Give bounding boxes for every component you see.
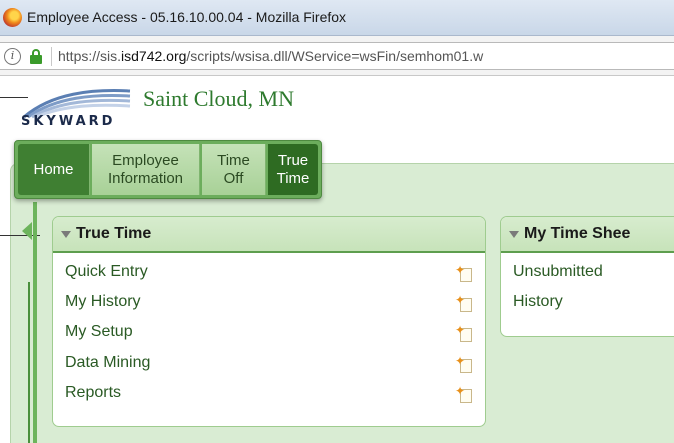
link-history[interactable]: History (513, 287, 674, 317)
link-my-history[interactable]: My History ✦ (65, 287, 485, 317)
inner-frame (28, 282, 36, 443)
link-quick-entry[interactable]: Quick Entry ✦ (65, 257, 485, 287)
my-time-sheet-widget: My Time Shee Unsubmitted History (500, 216, 674, 337)
true-time-widget: True Time Quick Entry ✦ My History ✦ My … (52, 216, 486, 427)
widget-header[interactable]: True Time (53, 217, 485, 253)
pin-to-favorites-icon[interactable]: ✦ (455, 324, 473, 343)
tab-employee-information[interactable]: Employee Information (92, 144, 200, 195)
widget-title: True Time (76, 225, 152, 242)
navigation-toolbar: i https://sis.isd742.org/scripts/wsisa.d… (0, 36, 674, 76)
tab-true-time[interactable]: True Time (268, 144, 318, 195)
url-separator (51, 47, 52, 66)
link-data-mining[interactable]: Data Mining ✦ (65, 348, 485, 378)
widget-title: My Time Shee (524, 225, 631, 242)
collapse-triangle-icon[interactable] (61, 230, 71, 238)
link-my-setup[interactable]: My Setup ✦ (65, 317, 485, 347)
logo-text: SKYWARD (21, 114, 116, 129)
window-title: Employee Access - 05.16.10.00.04 - Mozil… (27, 9, 347, 25)
pin-to-favorites-icon[interactable]: ✦ (455, 355, 473, 373)
tab-home[interactable]: Home (18, 144, 90, 195)
firefox-icon (3, 8, 22, 27)
tab-time-off[interactable]: Time Off (202, 144, 266, 195)
collapse-triangle-icon[interactable] (509, 230, 519, 238)
link-reports[interactable]: Reports ✦ (65, 378, 485, 408)
pin-to-favorites-icon[interactable]: ✦ (455, 264, 473, 282)
pin-to-favorites-icon[interactable]: ✦ (455, 385, 473, 403)
info-icon[interactable]: i (4, 48, 21, 65)
time-sheet-links: Unsubmitted History (501, 253, 674, 317)
url-text[interactable]: https://sis.isd742.org/scripts/wsisa.dll… (58, 48, 483, 64)
true-time-links: Quick Entry ✦ My History ✦ My Setup ✦ Da… (53, 253, 485, 408)
main-nav: Home Employee Information Time Off True Tim… (14, 140, 322, 199)
collapse-arrow-icon[interactable] (22, 222, 32, 240)
pin-to-favorites-icon[interactable]: ✦ (455, 294, 473, 313)
link-unsubmitted[interactable]: Unsubmitted (513, 257, 674, 287)
window-title-bar: Employee Access - 05.16.10.00.04 - Mozil… (0, 0, 674, 36)
page-content: SKYWARD Saint Cloud, MN Home Employee Inf… (0, 77, 674, 443)
lock-icon[interactable] (30, 49, 42, 64)
address-bar[interactable]: i https://sis.isd742.org/scripts/wsisa.d… (0, 42, 674, 70)
skyward-logo: SKYWARD (14, 81, 134, 141)
district-name: Saint Cloud, MN (143, 86, 294, 111)
widget-header[interactable]: My Time Shee (501, 217, 674, 253)
